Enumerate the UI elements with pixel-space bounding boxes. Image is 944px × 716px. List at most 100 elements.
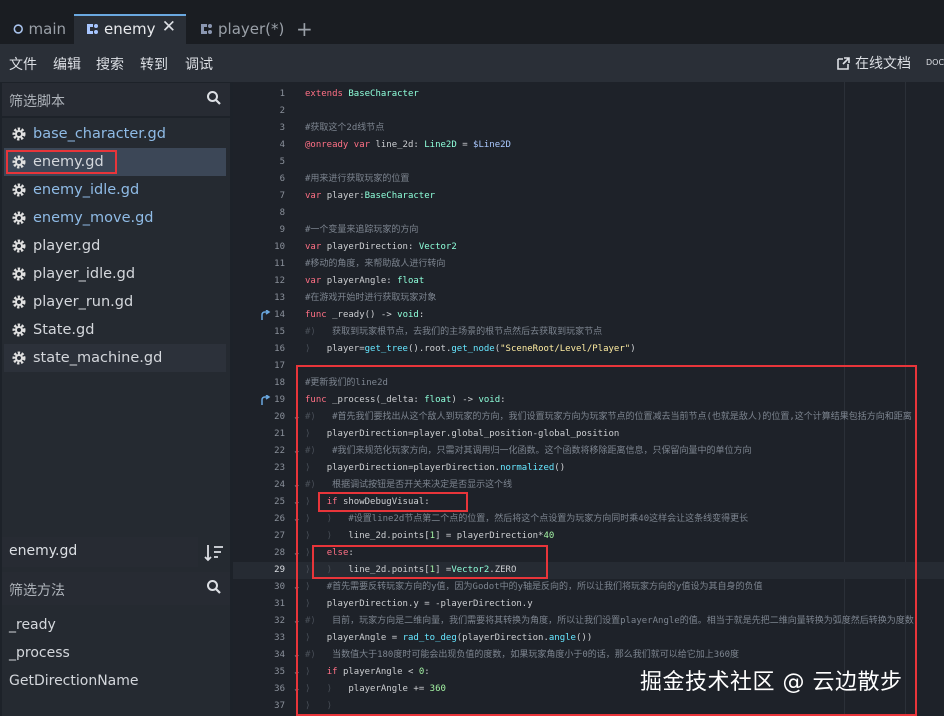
code-line[interactable]: 8 [233,205,944,222]
code-line[interactable]: 4 @onready var line_2d: Line2D = $Line2D [233,137,944,154]
filter-methods-placeholder: 筛选方法 [9,583,65,599]
code-line[interactable]: 23 ⟩ playerDirection=playerDirection.norm… [233,460,944,477]
line-number: 18 [274,378,285,388]
override-method-icon[interactable] [260,395,271,406]
line-number: 3 [279,123,285,133]
menu-goto[interactable]: 转到 [140,54,168,74]
method-item[interactable]: GetDirectionName [9,673,139,689]
fold-arrow-icon[interactable]: ⌄ [294,409,299,426]
code-line[interactable]: 5 [233,154,944,171]
code-text: extends BaseCharacter [305,89,419,99]
tab-main[interactable]: main [0,14,66,44]
fold-arrow-icon[interactable]: ⌄ [294,647,299,664]
code-line[interactable]: 31 ⟩ playerDirection.y = -playerDirection… [233,596,944,613]
code-line[interactable]: 37 ⟩ ⟩ [233,698,944,715]
code-line[interactable]: 3 #获取这个2d线节点 [233,120,944,137]
fold-arrow-icon[interactable]: ⌄ [294,613,299,630]
script-item[interactable]: state_machine.gd [4,344,226,372]
method-item[interactable]: _process [9,645,70,661]
fold-arrow-icon[interactable]: ⌄ [294,511,299,528]
line-number: 9 [279,225,285,235]
fold-arrow-icon[interactable]: ⌄ [294,681,299,698]
code-text: ⟩ if playerAngle < 0: [305,667,430,677]
menu-file[interactable]: 文件 [9,54,37,74]
fold-arrow-icon[interactable]: ⌄ [294,545,299,562]
code-line[interactable]: 22 ⌄ #⟩ #我们来规范化玩家方向，只需对其调用归一化函数。这个函数将移除距离信… [233,443,944,460]
menu-debug[interactable]: 调试 [185,54,213,74]
tab-player[interactable]: player(*) [190,14,286,44]
code-line[interactable]: 18 #更新我们的line2d [233,375,944,392]
code-line[interactable]: 25 ⌄ ⟩ if showDebugVisual: [233,494,944,511]
code-text: ⟩ ⟩ [305,701,333,711]
fold-arrow-icon[interactable]: ⌄ [294,664,299,681]
code-line[interactable]: 9 #一个变量来追踪玩家的方向 [233,222,944,239]
code-line[interactable]: 21 ⟩ playerDirection=player.global_positi… [233,426,944,443]
code-line[interactable]: 28 ⌄ ⟩ else: [233,545,944,562]
code-line[interactable]: 33 ⟩ playerAngle = rad_to_deg(playerDirec… [233,630,944,647]
search-help-button[interactable]: DOC [926,50,944,76]
code-line[interactable]: 14 func _ready() -> void: [233,307,944,324]
add-tab-button[interactable]: + [296,17,313,41]
override-method-icon[interactable] [260,310,271,321]
code-line[interactable]: 20 ⌄ #⟩ #首先我们要找出从这个敌人到玩家的方向，我们设置玩家方向为玩家节点的… [233,409,944,426]
code-line[interactable]: 15 #⟩ 获取到玩家根节点，去我们的主场景的根节点然后去获取到玩家节点 [233,324,944,341]
code-editor[interactable]: 1 extends BaseCharacter 2 3 #获取这个2d线节点 4 @onre… [233,82,944,716]
menu-search[interactable]: 搜索 [96,54,124,74]
code-line[interactable]: 2 [233,103,944,120]
fold-arrow-icon[interactable]: ⌄ [294,579,299,596]
filter-methods-input[interactable]: 筛选方法 [2,572,230,605]
line-number: 22 [274,446,285,456]
external-link-icon [837,56,850,70]
filter-scripts-input[interactable]: 筛选脚本 [2,83,230,116]
fold-arrow-icon[interactable]: ⌄ [294,477,299,494]
gear-icon [12,155,26,169]
code-line[interactable]: 10 var playerDirection: Vector2 [233,239,944,256]
script-item[interactable]: player_run.gd [4,288,226,316]
code-line[interactable]: 13 #在游戏开始时进行获取玩家对象 [233,290,944,307]
script-item[interactable]: State.gd [4,316,226,344]
close-icon[interactable]: ✕ [162,17,176,37]
script-item[interactable]: enemy_idle.gd [4,176,226,204]
code-line[interactable]: 16 ⟩ player=get_tree().root.get_node("Sce… [233,341,944,358]
code-line[interactable]: 24 ⌄ #⟩ 根据调试按钮是否开关来决定是否显示这个线 [233,477,944,494]
fold-arrow-icon[interactable]: ⌄ [294,494,299,511]
code-line[interactable]: 26 ⌄ ⟩ ⟩ #设置line2d节点第二个点的位置，然后将这个点设置为玩家方向同… [233,511,944,528]
code-line[interactable]: 19 func _process(_delta: float) -> void: [233,392,944,409]
method-item[interactable]: _ready [9,617,56,633]
sort-icon[interactable] [202,541,226,565]
line-number: 6 [279,174,285,184]
code-line[interactable]: 7 var player:BaseCharacter [233,188,944,205]
script-item-selected[interactable]: enemy.gd [4,148,226,176]
code-line[interactable]: 34 ⌄ #⟩ 当数值大于180度时可能会出现负值的度数，如果玩家角度小于0的话，那… [233,647,944,664]
script-item[interactable]: player_idle.gd [4,260,226,288]
script-name: base_character.gd [33,126,166,142]
line-number: 30 [274,582,285,592]
script-item[interactable]: enemy_move.gd [4,204,226,232]
code-text: #⟩ 获取到玩家根节点，去我们的主场景的根节点然后去获取到玩家节点 [305,327,603,337]
code-line[interactable]: 27 ⟩ ⟩ line_2d.points[1] = playerDirectio… [233,528,944,545]
script-name: enemy.gd [33,154,104,170]
script-item[interactable]: base_character.gd [4,120,226,148]
tab-enemy[interactable]: enemy ✕ [74,14,186,44]
code-line[interactable]: 12 var playerAngle: float [233,273,944,290]
line-number: 15 [274,327,285,337]
watermark: 掘金技术社区 @ 云边散步 [640,670,903,695]
code-text: @onready var line_2d: Line2D = $Line2D [305,140,511,150]
code-text: func _process(_delta: float) -> void: [305,395,506,405]
code-line[interactable]: 1 extends BaseCharacter [233,86,944,103]
code-text: ⟩ ⟩ playerAngle += 360 [305,684,446,694]
gear-icon [12,127,26,141]
script-item[interactable]: player.gd [4,232,226,260]
code-line[interactable]: 29 ⟩ ⟩ line_2d.points[1] =Vector2.ZERO [233,562,944,579]
line-number: 16 [274,344,285,354]
code-text: var playerDirection: Vector2 [305,242,457,252]
menu-edit[interactable]: 编辑 [53,54,81,74]
code-line[interactable]: 32 ⌄ #⟩ 目前，玩家方向是二维向量，我们需要将其转换为角度，所以让我们设置pl… [233,613,944,630]
online-docs-button[interactable]: 在线文档 [836,53,911,73]
code-line[interactable]: 6 #用来进行获取玩家的位置 [233,171,944,188]
code-line[interactable]: 11 #移动的角度，来帮助敌人进行转向 [233,256,944,273]
code-line[interactable]: 17 [233,358,944,375]
online-docs-label: 在线文档 [855,56,911,72]
code-line[interactable]: 30 ⌄ ⟩ #首先需要反转玩家方向的y值，因为Godot中的y轴是反向的，所以让我… [233,579,944,596]
fold-arrow-icon[interactable]: ⌄ [294,443,299,460]
